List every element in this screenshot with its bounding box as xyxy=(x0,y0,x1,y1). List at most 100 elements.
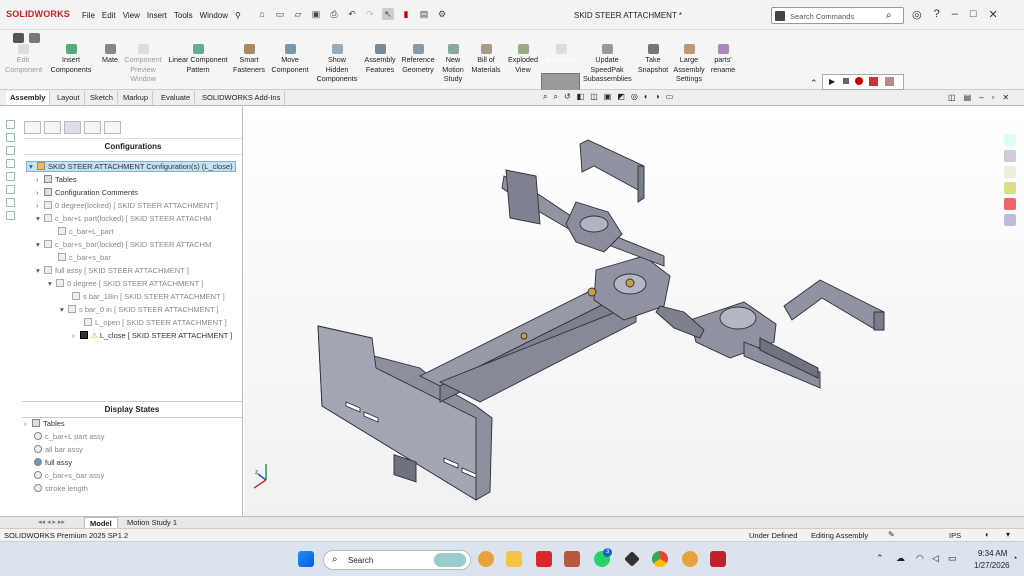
config-item-cbar-lpart[interactable]: c_bar+L_part xyxy=(58,227,113,236)
pin-icon[interactable]: ⚲ xyxy=(235,11,241,20)
config-root[interactable]: ▾ SKID STEER ATTACHMENT Configuration(s) … xyxy=(26,161,236,172)
toolbar-icon-1[interactable] xyxy=(6,120,15,129)
toolbar-icon-7[interactable] xyxy=(6,198,15,207)
chrome-icon[interactable] xyxy=(652,551,668,567)
blender-icon[interactable] xyxy=(478,551,494,567)
record-icon[interactable] xyxy=(855,77,863,85)
save-icon[interactable]: ▣ xyxy=(310,8,322,20)
dimxpert-tab[interactable] xyxy=(84,121,101,134)
menu-window[interactable]: Window xyxy=(200,11,228,20)
mate-button[interactable]: Mate xyxy=(98,44,122,65)
tab-evaluate[interactable]: Evaluate xyxy=(157,91,196,105)
undo-icon[interactable]: ↶ xyxy=(346,8,358,20)
config-item-sbar-0in[interactable]: ▾ s bar_0 in [ SKID STEER ATTACHMENT ] xyxy=(60,305,219,314)
config-item-comments[interactable]: › Configuration Comments xyxy=(36,188,138,197)
display-state-tables[interactable]: › Tables xyxy=(24,419,65,428)
windows-start-icon[interactable] xyxy=(298,551,314,567)
display-state-cbar-lpart[interactable]: c_bar+L part assy xyxy=(34,432,105,441)
toolbar-icon-8[interactable] xyxy=(6,211,15,220)
clock-date[interactable]: 1/27/2026 xyxy=(974,561,1010,570)
status-options-icon[interactable]: ▾ xyxy=(1006,530,1010,539)
tab-layout[interactable]: Layout xyxy=(53,91,85,105)
photo-app-icon[interactable] xyxy=(564,551,580,567)
notifications-icon[interactable]: ◔ xyxy=(1012,553,1017,563)
display-state-cbar-sbar[interactable]: c_bar+s_bar assy xyxy=(34,471,104,480)
search-icon[interactable]: ⌕ xyxy=(886,10,892,21)
edit-component-button[interactable]: Edit Component xyxy=(5,44,42,74)
camera-icon[interactable] xyxy=(13,33,24,43)
file-explorer-app-icon[interactable] xyxy=(506,551,522,567)
take-snapshot-button[interactable]: Take Snapshot xyxy=(636,44,670,74)
toolbar-icon-2[interactable] xyxy=(6,133,15,142)
app-l-icon[interactable] xyxy=(536,551,552,567)
appearances-icon[interactable] xyxy=(1004,198,1016,210)
solidworks-taskbar-icon[interactable] xyxy=(710,551,726,567)
rebuild-status-icon[interactable]: ✎ xyxy=(888,530,895,539)
scene-icon[interactable]: ◑ xyxy=(655,92,660,102)
assembly-geometry[interactable] xyxy=(317,139,885,501)
view-settings-icon[interactable]: ▭ xyxy=(666,92,674,102)
new-document-icon[interactable]: ▭ xyxy=(274,8,286,20)
update-speedpak-button[interactable]: Update SpeedPak Subassemblies xyxy=(583,44,632,84)
bill-of-materials-button[interactable]: Bill of Materials xyxy=(470,44,502,74)
collapse-chevron-icon[interactable]: ⌃ xyxy=(810,78,818,89)
feature-manager-tab[interactable] xyxy=(24,121,41,134)
menu-view[interactable]: View xyxy=(123,11,140,20)
copy-icon[interactable] xyxy=(29,33,40,43)
display-state-stroke-length[interactable]: stroke length xyxy=(34,484,88,493)
exploded-view-button[interactable]: Exploded View xyxy=(506,44,540,74)
dynamic-annotation-icon[interactable]: ◫ xyxy=(590,92,598,102)
config-item-cbar-sbar-locked[interactable]: ▾ c_bar+s_bar(locked) [ SKID STEER ATTACH… xyxy=(36,240,211,249)
file-properties-icon[interactable]: ▤ xyxy=(418,8,430,20)
display-state-all-bar[interactable]: all bar assy xyxy=(34,445,83,454)
reference-geometry-button[interactable]: Reference Geometry xyxy=(399,44,437,74)
menu-edit[interactable]: Edit xyxy=(102,11,116,20)
file-explorer-icon[interactable] xyxy=(1004,166,1016,178)
design-library-icon[interactable] xyxy=(1004,150,1016,162)
tab-sketch[interactable]: Sketch xyxy=(86,91,118,105)
config-item-sbar-18in[interactable]: s bar_18in [ SKID STEER ATTACHMENT ] xyxy=(72,292,225,301)
section-view-icon[interactable]: ◧ xyxy=(577,92,585,102)
volume-icon[interactable]: ◁ xyxy=(932,553,939,564)
open-icon[interactable]: ▱ xyxy=(292,8,304,20)
linear-pattern-button[interactable]: Linear Component Pattern xyxy=(166,44,230,74)
tray-chevron-icon[interactable]: ⌃ xyxy=(876,553,884,564)
battery-icon[interactable]: ▭ xyxy=(948,553,957,564)
close-icon[interactable]: ✕ xyxy=(989,8,998,21)
help-icon[interactable]: ? xyxy=(934,8,940,21)
toolbar-icon-5[interactable] xyxy=(6,172,15,181)
taskbar-search[interactable]: ⌕ Search xyxy=(323,550,471,570)
redo-icon[interactable]: ↷ xyxy=(364,8,376,20)
config-item-cbar-sbar[interactable]: c_bar+s_bar xyxy=(58,253,111,262)
restore-view-icon[interactable]: ▤ xyxy=(964,93,972,102)
macro-icon[interactable] xyxy=(869,77,878,86)
tab-motion-study[interactable]: Motion Study 1 xyxy=(122,517,182,528)
tab-addins[interactable]: SOLIDWORKS Add-Ins xyxy=(198,91,286,105)
edit-macro-icon[interactable] xyxy=(885,77,894,86)
toolbar-icon-4[interactable] xyxy=(6,159,15,168)
config-item-cbar-lpart-locked[interactable]: ▾ c_bar+L part(locked) [ SKID STEER ATTAC… xyxy=(36,214,211,223)
status-help-icon[interactable]: ◐ xyxy=(985,530,990,539)
select-icon[interactable]: ↖ xyxy=(382,8,394,20)
component-preview-button[interactable]: Component Preview Window xyxy=(121,44,165,84)
clock-time[interactable]: 9:34 AM xyxy=(978,549,1007,558)
close-view-icon[interactable]: ✕ xyxy=(1002,93,1009,102)
graphics-area[interactable]: z xyxy=(244,106,1024,516)
min-view-icon[interactable]: – xyxy=(979,93,983,102)
view-orientation-icon[interactable]: ▣ xyxy=(604,92,612,102)
insert-components-button[interactable]: Insert Components xyxy=(50,44,92,74)
instant3d-button[interactable]: Instant3D xyxy=(542,44,580,65)
previous-view-icon[interactable]: ↺ xyxy=(564,92,571,102)
new-motion-study-button[interactable]: New Motion Study xyxy=(438,44,468,84)
move-component-button[interactable]: Move Component xyxy=(269,44,311,74)
toolbar-icon-3[interactable] xyxy=(6,146,15,155)
config-item-0-degree[interactable]: ▾ 0 degree [ SKID STEER ATTACHMENT ] xyxy=(48,279,203,288)
menu-file[interactable]: File xyxy=(82,11,95,20)
zoom-fit-icon[interactable]: ⌕ xyxy=(543,92,547,102)
minimize-icon[interactable]: – xyxy=(952,8,958,21)
skid-steer-model[interactable]: z xyxy=(244,106,1024,516)
hide-show-icon[interactable]: ◎ xyxy=(631,92,638,102)
config-item-l-close[interactable]: › ⚠ L_close [ SKID STEER ATTACHMENT ] xyxy=(72,331,232,340)
appearance-icon[interactable]: ◐ xyxy=(644,92,649,102)
maximize-icon[interactable]: □ xyxy=(970,8,977,21)
